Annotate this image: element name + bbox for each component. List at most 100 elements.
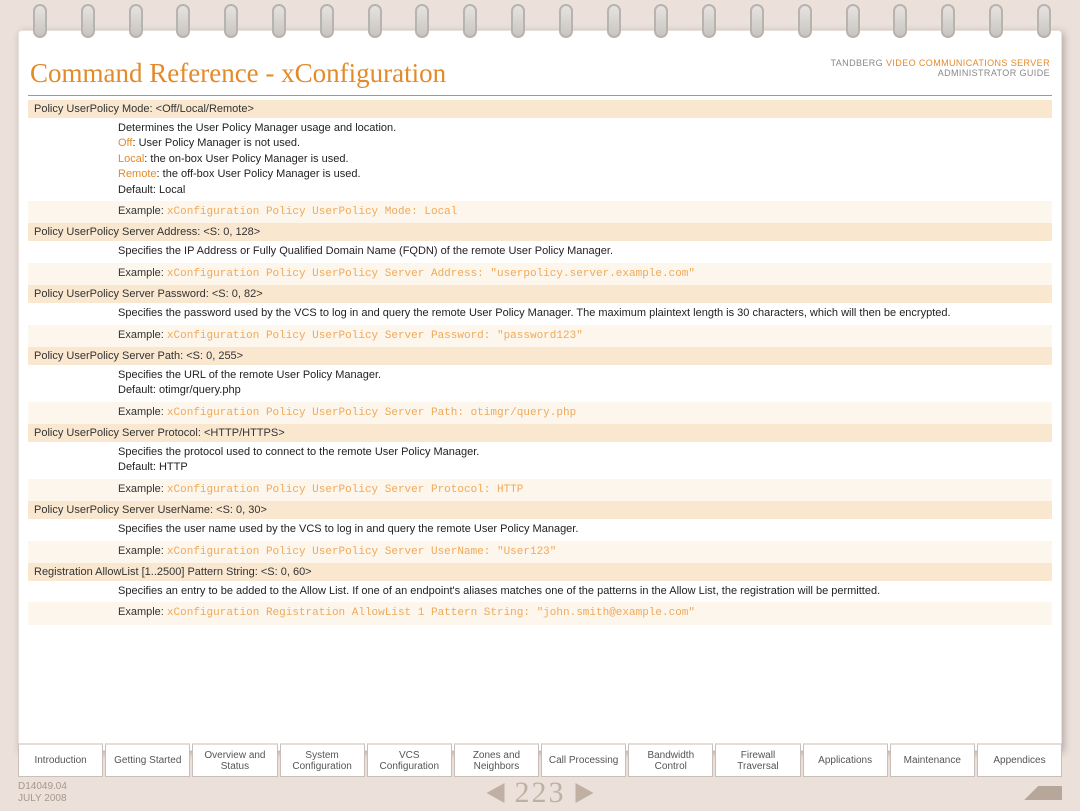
command-example: Example: xConfiguration Policy UserPolic… [28, 402, 1052, 424]
ring-icon [888, 4, 908, 44]
command-heading: Policy UserPolicy Server Path: <S: 0, 25… [28, 347, 1052, 365]
command-body: Specifies the URL of the remote User Pol… [28, 365, 1052, 402]
body-text: Determines the User Policy Manager usage… [118, 122, 396, 134]
body-text: : the on-box User Policy Manager is used… [144, 153, 348, 165]
example-label: Example: [118, 329, 167, 341]
nav-tab[interactable]: Getting Started [105, 743, 190, 777]
prev-page-icon[interactable] [487, 783, 505, 803]
command-body: Specifies the protocol used to connect t… [28, 442, 1052, 479]
nav-tabs: IntroductionGetting StartedOverview and … [18, 743, 1062, 777]
ring-icon [554, 4, 574, 44]
ring-icon [219, 4, 239, 44]
command-heading-row: Policy UserPolicy Mode: <Off/Local/Remot… [28, 100, 1052, 118]
command-heading-row: Policy UserPolicy Server Password: <S: 0… [28, 285, 1052, 303]
brand-sub: ADMINISTRATOR GUIDE [938, 68, 1050, 78]
brand-product: VIDEO COMMUNICATIONS SERVER [886, 58, 1050, 68]
example-label: Example: [118, 406, 167, 418]
command-body-row: Specifies the user name used by the VCS … [28, 519, 1052, 540]
command-example-row: Example: xConfiguration Registration All… [28, 602, 1052, 624]
ring-icon [28, 4, 48, 44]
body-text: Specifies the IP Address or Fully Qualif… [118, 245, 613, 257]
nav-tab[interactable]: Zones and Neighbors [454, 743, 539, 777]
example-code: xConfiguration Policy UserPolicy Server … [167, 484, 523, 496]
nav-tab[interactable]: Call Processing [541, 743, 626, 777]
nav-tab[interactable]: VCS Configuration [367, 743, 452, 777]
body-text: Default: HTTP [118, 461, 188, 473]
ring-icon [267, 4, 287, 44]
command-example-row: Example: xConfiguration Policy UserPolic… [28, 325, 1052, 347]
command-heading: Policy UserPolicy Server UserName: <S: 0… [28, 501, 1052, 519]
nav-tab[interactable]: Introduction [18, 743, 103, 777]
ring-icon [793, 4, 813, 44]
command-example: Example: xConfiguration Policy UserPolic… [28, 479, 1052, 501]
command-example-row: Example: xConfiguration Policy UserPolic… [28, 479, 1052, 501]
command-example-row: Example: xConfiguration Policy UserPolic… [28, 541, 1052, 563]
nav-tab[interactable]: Maintenance [890, 743, 975, 777]
doc-id: D14049.04 [18, 781, 67, 792]
command-example: Example: xConfiguration Registration All… [28, 602, 1052, 624]
footer: D14049.04 JULY 2008 223 [18, 779, 1062, 807]
nav-tab[interactable]: Applications [803, 743, 888, 777]
example-code: xConfiguration Policy UserPolicy Server … [167, 268, 695, 280]
command-body: Specifies the user name used by the VCS … [28, 519, 1052, 540]
ring-icon [458, 4, 478, 44]
body-text: Specifies an entry to be added to the Al… [118, 585, 880, 597]
command-body-row: Specifies the protocol used to connect t… [28, 442, 1052, 479]
keyword: Off [118, 137, 132, 149]
example-code: xConfiguration Policy UserPolicy Server … [167, 330, 583, 342]
ring-icon [315, 4, 335, 44]
keyword: Local [118, 153, 144, 165]
command-example-row: Example: xConfiguration Policy UserPolic… [28, 263, 1052, 285]
page-header: Command Reference - xConfiguration TANDB… [28, 58, 1052, 96]
nav-tab[interactable]: Overview and Status [192, 743, 277, 777]
doc-id-block: D14049.04 JULY 2008 [18, 781, 67, 805]
next-page-icon[interactable] [576, 783, 594, 803]
command-heading-row: Policy UserPolicy Server Path: <S: 0, 25… [28, 347, 1052, 365]
command-example: Example: xConfiguration Policy UserPolic… [28, 201, 1052, 223]
nav-tab[interactable]: Bandwidth Control [628, 743, 713, 777]
command-heading: Policy UserPolicy Mode: <Off/Local/Remot… [28, 100, 1052, 118]
command-heading-row: Registration AllowList [1..2500] Pattern… [28, 563, 1052, 581]
example-code: xConfiguration Policy UserPolicy Server … [167, 546, 556, 558]
ring-icon [649, 4, 669, 44]
command-heading: Policy UserPolicy Server Protocol: <HTTP… [28, 424, 1052, 442]
forward-wedge-icon[interactable] [1002, 786, 1062, 800]
body-text: Default: otimgr/query.php [118, 384, 241, 396]
body-text: Specifies the protocol used to connect t… [118, 446, 479, 458]
command-body: Determines the User Policy Manager usage… [28, 118, 1052, 201]
page-number: 223 [515, 776, 566, 810]
ring-icon [984, 4, 1004, 44]
nav-tab[interactable]: System Configuration [280, 743, 365, 777]
ring-icon [410, 4, 430, 44]
body-text: Specifies the URL of the remote User Pol… [118, 369, 381, 381]
command-heading-row: Policy UserPolicy Server Address: <S: 0,… [28, 223, 1052, 241]
ring-icon [124, 4, 144, 44]
ring-icon [841, 4, 861, 44]
doc-date: JULY 2008 [18, 793, 67, 804]
example-label: Example: [118, 205, 167, 217]
ring-icon [602, 4, 622, 44]
body-text: Specifies the user name used by the VCS … [118, 523, 578, 535]
command-body-row: Specifies the URL of the remote User Pol… [28, 365, 1052, 402]
ring-icon [697, 4, 717, 44]
ring-icon [506, 4, 526, 44]
command-example-row: Example: xConfiguration Policy UserPolic… [28, 402, 1052, 424]
brand-block: TANDBERG VIDEO COMMUNICATIONS SERVER ADM… [831, 58, 1050, 78]
nav-tab[interactable]: Appendices [977, 743, 1062, 777]
ring-icon [1032, 4, 1052, 44]
command-example: Example: xConfiguration Policy UserPolic… [28, 541, 1052, 563]
command-example: Example: xConfiguration Policy UserPolic… [28, 325, 1052, 347]
spiral-binding [18, 4, 1062, 48]
nav-tab[interactable]: Firewall Traversal [715, 743, 800, 777]
command-body-row: Determines the User Policy Manager usage… [28, 118, 1052, 201]
document-page: Command Reference - xConfiguration TANDB… [18, 30, 1062, 751]
command-heading: Registration AllowList [1..2500] Pattern… [28, 563, 1052, 581]
command-table: Policy UserPolicy Mode: <Off/Local/Remot… [28, 100, 1052, 625]
example-code: xConfiguration Policy UserPolicy Server … [167, 407, 576, 419]
ring-icon [936, 4, 956, 44]
pager: 223 [487, 776, 594, 810]
command-body-row: Specifies the IP Address or Fully Qualif… [28, 241, 1052, 262]
command-body-row: Specifies the password used by the VCS t… [28, 303, 1052, 324]
ring-icon [171, 4, 191, 44]
ring-icon [76, 4, 96, 44]
